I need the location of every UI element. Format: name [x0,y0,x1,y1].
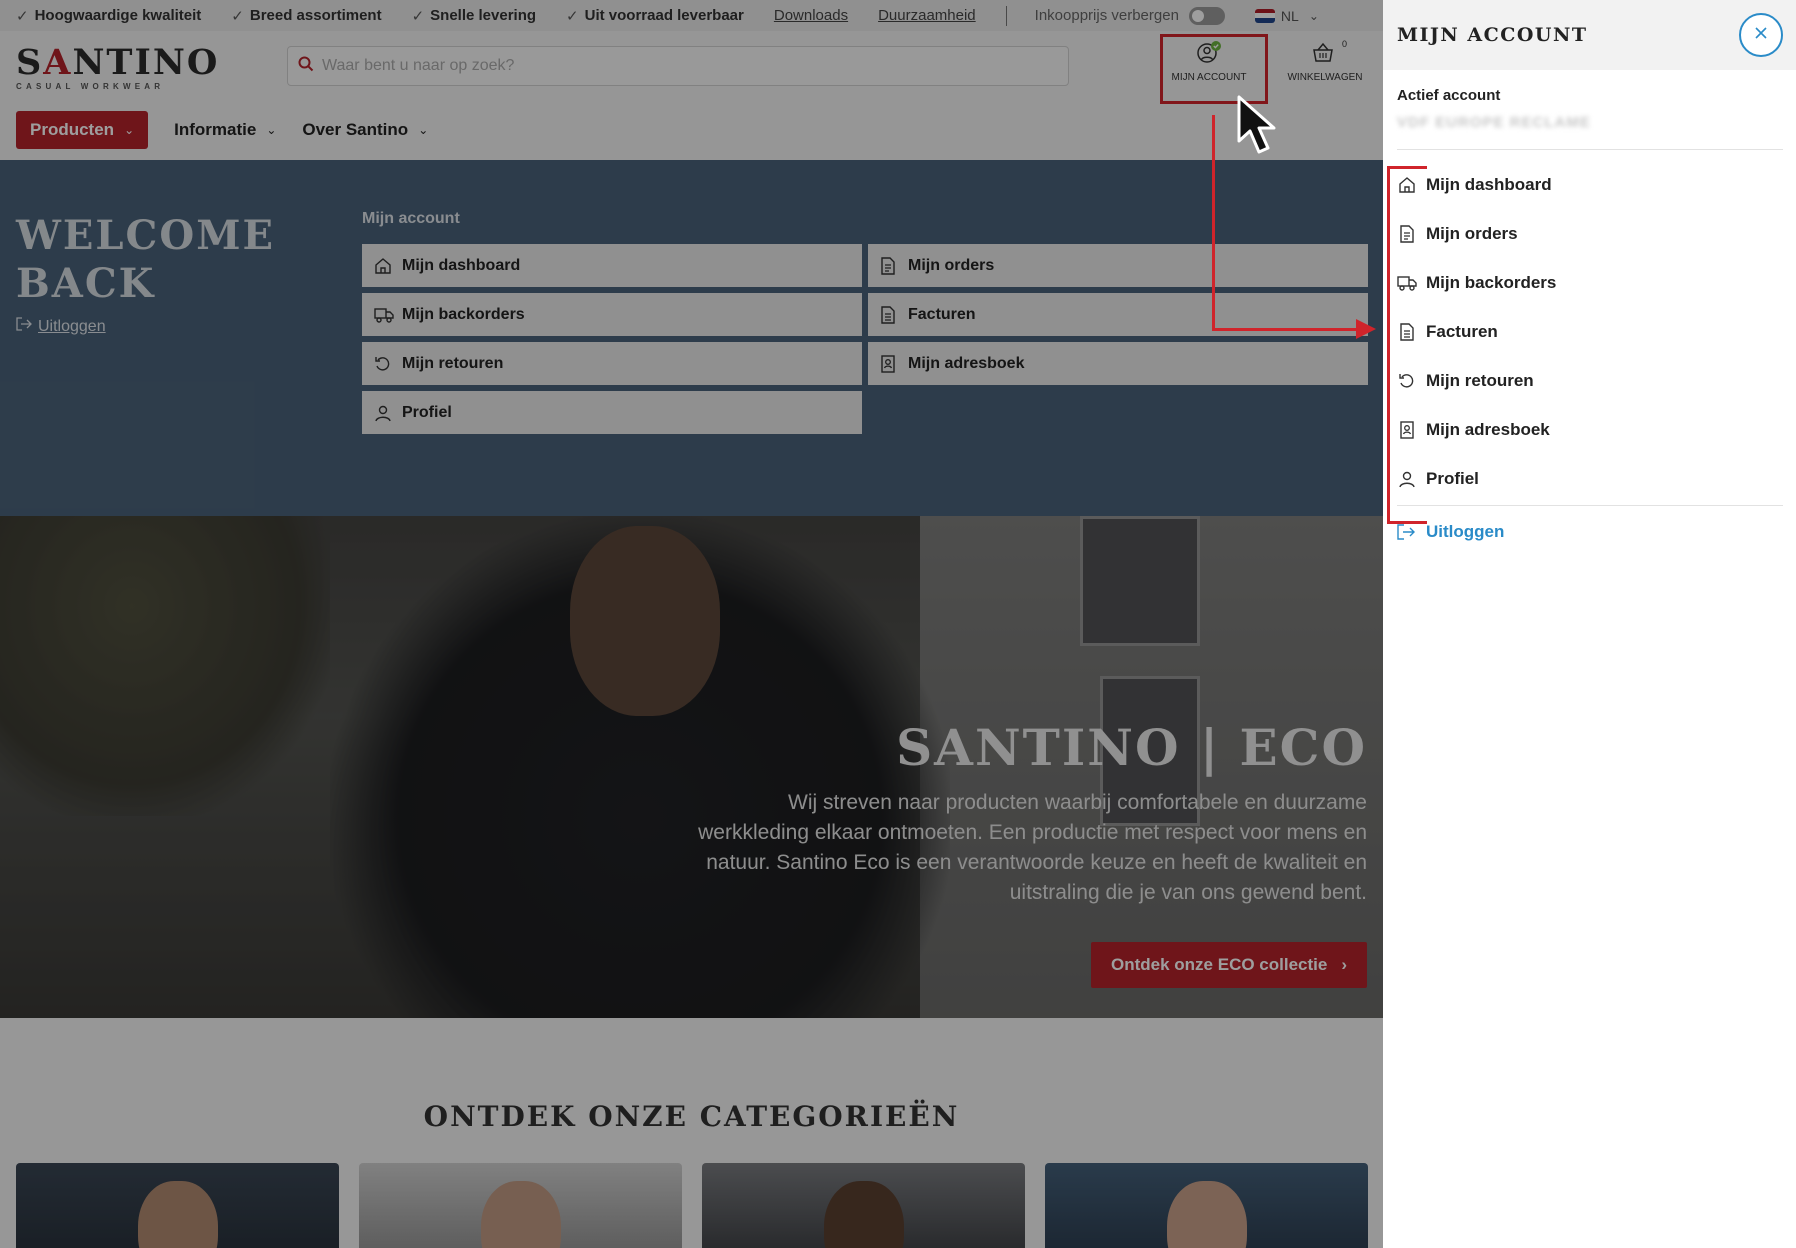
active-account-name: VDF EUROPE RECLAME [1397,114,1591,131]
mouse-cursor-icon [1236,94,1282,161]
annotation-bracket [1387,166,1427,524]
panel-item-dashboard[interactable]: Mijn dashboard [1383,160,1796,209]
active-account-label: Actief account [1397,87,1501,104]
divider [1397,149,1783,150]
panel-header: MIJN ACCOUNT [1383,0,1796,70]
main-page: ✓ Hoogwaardige kwaliteit ✓ Breed assortime… [0,0,1383,1248]
panel-item-returns[interactable]: Mijn retouren [1383,356,1796,405]
panel-item-addressbook[interactable]: Mijn adresboek [1383,405,1796,454]
close-icon [1755,26,1767,44]
panel-item-invoices[interactable]: Facturen [1383,307,1796,356]
panel-menu: Mijn dashboard Mijn orders Mijn backorde… [1383,160,1796,503]
panel-item-profile[interactable]: Profiel [1383,454,1796,503]
annotation-arrow [1212,115,1215,331]
close-panel-button[interactable] [1739,13,1783,57]
panel-item-orders[interactable]: Mijn orders [1383,209,1796,258]
annotation-arrow [1212,328,1358,331]
logout-icon [1397,524,1417,540]
annotation-arrowhead [1356,319,1376,339]
panel-logout-link[interactable]: Uitloggen [1383,522,1796,542]
account-side-panel: MIJN ACCOUNT Actief account VDF EUROPE R… [1383,0,1796,1248]
page-overlay[interactable] [0,0,1383,1248]
panel-title: MIJN ACCOUNT [1397,24,1588,46]
panel-item-backorders[interactable]: Mijn backorders [1383,258,1796,307]
divider [1397,505,1783,506]
